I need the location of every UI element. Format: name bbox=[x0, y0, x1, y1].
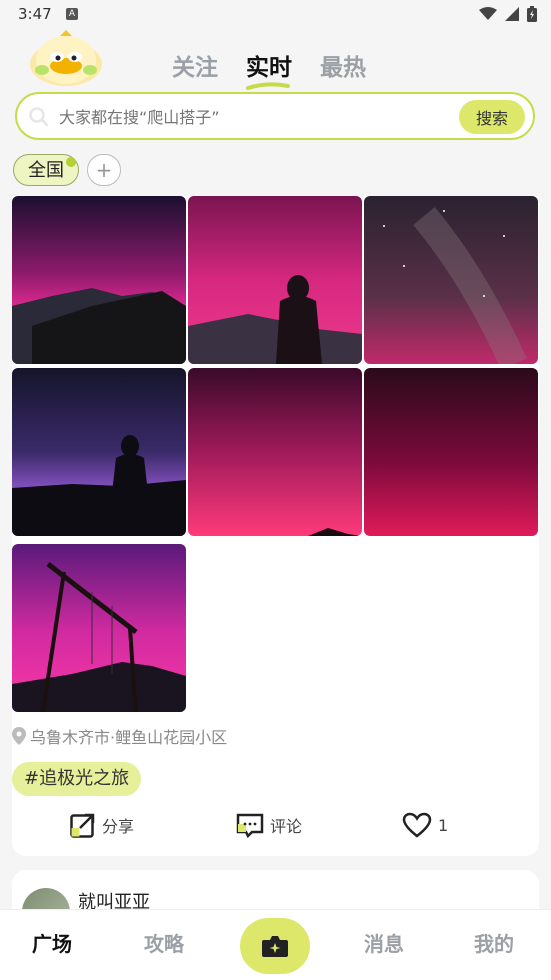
feed-tabs: 关注 实时 最热 bbox=[172, 48, 366, 90]
search-button[interactable]: 搜索 bbox=[459, 100, 525, 134]
add-region-button[interactable]: + bbox=[87, 154, 121, 186]
status-time: 3:47 bbox=[18, 5, 52, 23]
active-tab-underline bbox=[246, 82, 290, 90]
wifi-icon bbox=[479, 7, 497, 20]
tab-realtime[interactable]: 实时 bbox=[246, 48, 292, 90]
comment-button[interactable]: 评论 bbox=[236, 812, 302, 838]
photo-aurora-purple-person[interactable] bbox=[12, 368, 186, 536]
signal-icon bbox=[505, 7, 519, 21]
camera-icon bbox=[262, 936, 288, 957]
mascot-logo-icon bbox=[30, 30, 102, 86]
photo-aurora-starry-sky[interactable] bbox=[364, 196, 538, 364]
like-button[interactable]: 1 bbox=[402, 812, 448, 838]
region-filter: 全国 + bbox=[13, 154, 121, 186]
like-count: 1 bbox=[438, 815, 449, 835]
share-icon bbox=[70, 813, 95, 838]
post-actions: 分享 评论 1 bbox=[12, 808, 539, 844]
region-chip-nationwide[interactable]: 全国 bbox=[13, 154, 79, 186]
heart-icon bbox=[402, 812, 432, 838]
comment-label: 评论 bbox=[270, 817, 303, 836]
photo-aurora-swing[interactable] bbox=[12, 544, 186, 712]
search-input[interactable] bbox=[57, 102, 461, 132]
photo-aurora-mountain-house[interactable] bbox=[12, 196, 186, 364]
status-bar: 3:47 A bbox=[0, 0, 551, 30]
photo-aurora-dark-red[interactable] bbox=[364, 368, 538, 536]
status-icons bbox=[479, 6, 537, 22]
tab-following[interactable]: 关注 bbox=[172, 48, 218, 82]
photo-aurora-pink-red[interactable] bbox=[188, 368, 362, 536]
topic-tag[interactable]: #追极光之旅 bbox=[12, 762, 142, 796]
region-chip-label: 全国 bbox=[28, 160, 64, 181]
share-button[interactable]: 分享 bbox=[70, 812, 134, 838]
nav-profile[interactable]: 我的 bbox=[474, 928, 514, 957]
nav-guides[interactable]: 攻略 bbox=[144, 928, 184, 957]
location-text: 乌鲁木齐市·鲤鱼山花园小区 bbox=[30, 728, 228, 747]
search-icon bbox=[29, 107, 49, 127]
check-icon bbox=[66, 157, 76, 167]
search-bar: 搜索 bbox=[15, 92, 535, 140]
post-location: 乌鲁木齐市·鲤鱼山花园小区 bbox=[12, 724, 227, 748]
location-pin-icon bbox=[12, 727, 26, 745]
tab-hottest[interactable]: 最热 bbox=[320, 48, 366, 82]
camera-button[interactable] bbox=[240, 918, 310, 974]
comment-icon bbox=[236, 813, 264, 838]
nav-messages[interactable]: 消息 bbox=[364, 928, 404, 957]
nav-plaza[interactable]: 广场 bbox=[32, 928, 72, 957]
post-card: 乌鲁木齐市·鲤鱼山花园小区 #追极光之旅 分享 评论 1 bbox=[12, 196, 539, 856]
share-label: 分享 bbox=[102, 817, 135, 836]
bottom-nav: 广场 攻略 消息 我的 bbox=[0, 909, 551, 980]
photo-aurora-silhouette-person[interactable] bbox=[188, 196, 362, 364]
top-header: 关注 实时 最热 bbox=[0, 30, 551, 90]
battery-icon bbox=[527, 6, 537, 22]
notification-a-icon: A bbox=[66, 8, 78, 20]
